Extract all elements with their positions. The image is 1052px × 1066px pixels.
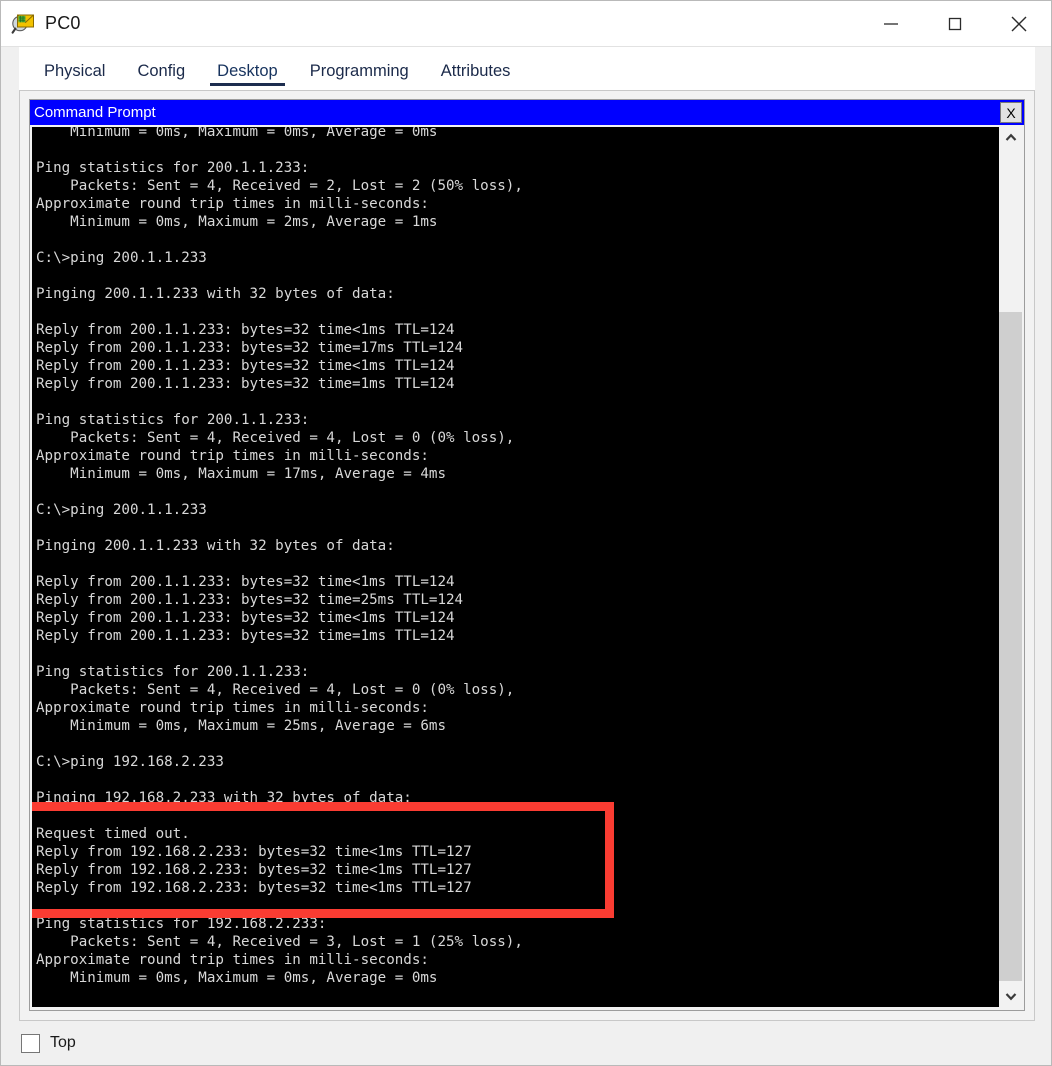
terminal-line: Ping statistics for 200.1.1.233: [36,160,310,176]
terminal-line: Packets: Sent = 4, Received = 4, Lost = … [36,430,515,446]
command-prompt-titlebar: Command Prompt X [30,100,1024,125]
terminal-line: C:\>ping 192.168.2.233 [36,754,224,770]
desktop-tab-panel: Command Prompt X Minimum = 0ms, Maximum … [19,90,1035,1021]
tab-config[interactable]: Config [124,56,198,90]
window-controls [859,1,1051,47]
terminal-line: Approximate round trip times in milli-se… [36,196,429,212]
maximize-button[interactable] [923,1,987,47]
command-prompt-title: Command Prompt [34,104,156,121]
terminal-line: Reply from 200.1.1.233: bytes=32 time=25… [36,592,464,608]
terminal-viewport[interactable]: Minimum = 0ms, Maximum = 0ms, Average = … [32,127,999,1007]
scrollbar-up-button[interactable] [999,127,1022,149]
window-title: PC0 [45,13,81,33]
tab-attributes[interactable]: Attributes [428,56,524,90]
chevron-down-icon [1005,993,1016,1001]
terminal-line: Reply from 200.1.1.233: bytes=32 time=1m… [36,376,455,392]
command-prompt-close-button[interactable]: X [1000,102,1022,123]
minimize-icon [884,23,898,25]
tab-physical[interactable]: Physical [31,56,118,90]
terminal-line: Pinging 192.168.2.233 with 32 bytes of d… [36,790,412,806]
terminal-line: Reply from 192.168.2.233: bytes=32 time<… [36,844,472,860]
close-icon [1011,16,1027,32]
terminal-line: Ping statistics for 200.1.1.233: [36,412,310,428]
device-tabs: Physical Config Desktop Programming Attr… [19,47,1035,90]
terminal-line: Minimum = 0ms, Maximum = 2ms, Average = … [36,214,438,230]
bottom-bar: Top [19,1021,1035,1065]
command-prompt-window: Command Prompt X Minimum = 0ms, Maximum … [29,99,1025,1011]
terminal-line: Pinging 200.1.1.233 with 32 bytes of dat… [36,538,395,554]
terminal-line: Reply from 192.168.2.233: bytes=32 time<… [36,862,472,878]
terminal-line: Ping statistics for 200.1.1.233: [36,664,310,680]
close-button[interactable] [987,1,1051,47]
terminal-line: C:\>ping 200.1.1.233 [36,502,207,518]
terminal-line: Reply from 200.1.1.233: bytes=32 time<1m… [36,574,455,590]
terminal-line: Packets: Sent = 4, Received = 3, Lost = … [36,934,523,950]
window-titlebar: PC0 [1,1,1051,47]
terminal-line: Packets: Sent = 4, Received = 4, Lost = … [36,682,515,698]
terminal-output: Minimum = 0ms, Maximum = 0ms, Average = … [32,127,999,1007]
scrollbar-thumb[interactable] [999,312,1022,981]
packet-tracer-envelope-icon [11,11,37,37]
tab-programming[interactable]: Programming [297,56,422,90]
chevron-up-icon [1005,133,1016,141]
panel-bottom-padding [29,1011,1025,1020]
top-checkbox-label: Top [50,1034,76,1051]
terminal-line: Minimum = 0ms, Maximum = 0ms, Average = … [36,127,438,140]
terminal-line: Reply from 200.1.1.233: bytes=32 time<1m… [36,610,455,626]
terminal-line: Packets: Sent = 4, Received = 2, Lost = … [36,178,523,194]
pc0-window: PC0 Physical Config Desktop Programming … [0,0,1052,1066]
terminal-scrollbar[interactable] [999,127,1022,1007]
terminal-line: Reply from 200.1.1.233: bytes=32 time=17… [36,340,464,356]
terminal-line: Approximate round trip times in milli-se… [36,700,429,716]
terminal-line: Approximate round trip times in milli-se… [36,448,429,464]
terminal-line: C:\> [36,1005,999,1007]
terminal-line: Approximate round trip times in milli-se… [36,952,429,968]
minimize-button[interactable] [859,1,923,47]
terminal-line: C:\>ping 200.1.1.233 [36,250,207,266]
terminal-line: Reply from 200.1.1.233: bytes=32 time=1m… [36,628,455,644]
terminal-line: Minimum = 0ms, Maximum = 25ms, Average =… [36,718,446,734]
maximize-icon [948,17,962,31]
terminal-line: Reply from 200.1.1.233: bytes=32 time<1m… [36,358,455,374]
terminal-line: Reply from 192.168.2.233: bytes=32 time<… [36,880,472,896]
terminal-line: Minimum = 0ms, Maximum = 0ms, Average = … [36,970,438,986]
terminal-line: Reply from 200.1.1.233: bytes=32 time<1m… [36,322,455,338]
terminal-line: Ping statistics for 192.168.2.233: [36,916,327,932]
terminal-line: Request timed out. [36,826,190,842]
scrollbar-down-button[interactable] [999,985,1022,1007]
scrollbar-track[interactable] [999,149,1022,985]
command-prompt-body: Minimum = 0ms, Maximum = 0ms, Average = … [30,125,1024,1010]
top-checkbox[interactable] [21,1033,40,1053]
terminal-line: Pinging 200.1.1.233 with 32 bytes of dat… [36,286,395,302]
tab-desktop[interactable]: Desktop [204,56,291,90]
terminal-line: Minimum = 0ms, Maximum = 17ms, Average =… [36,466,446,482]
